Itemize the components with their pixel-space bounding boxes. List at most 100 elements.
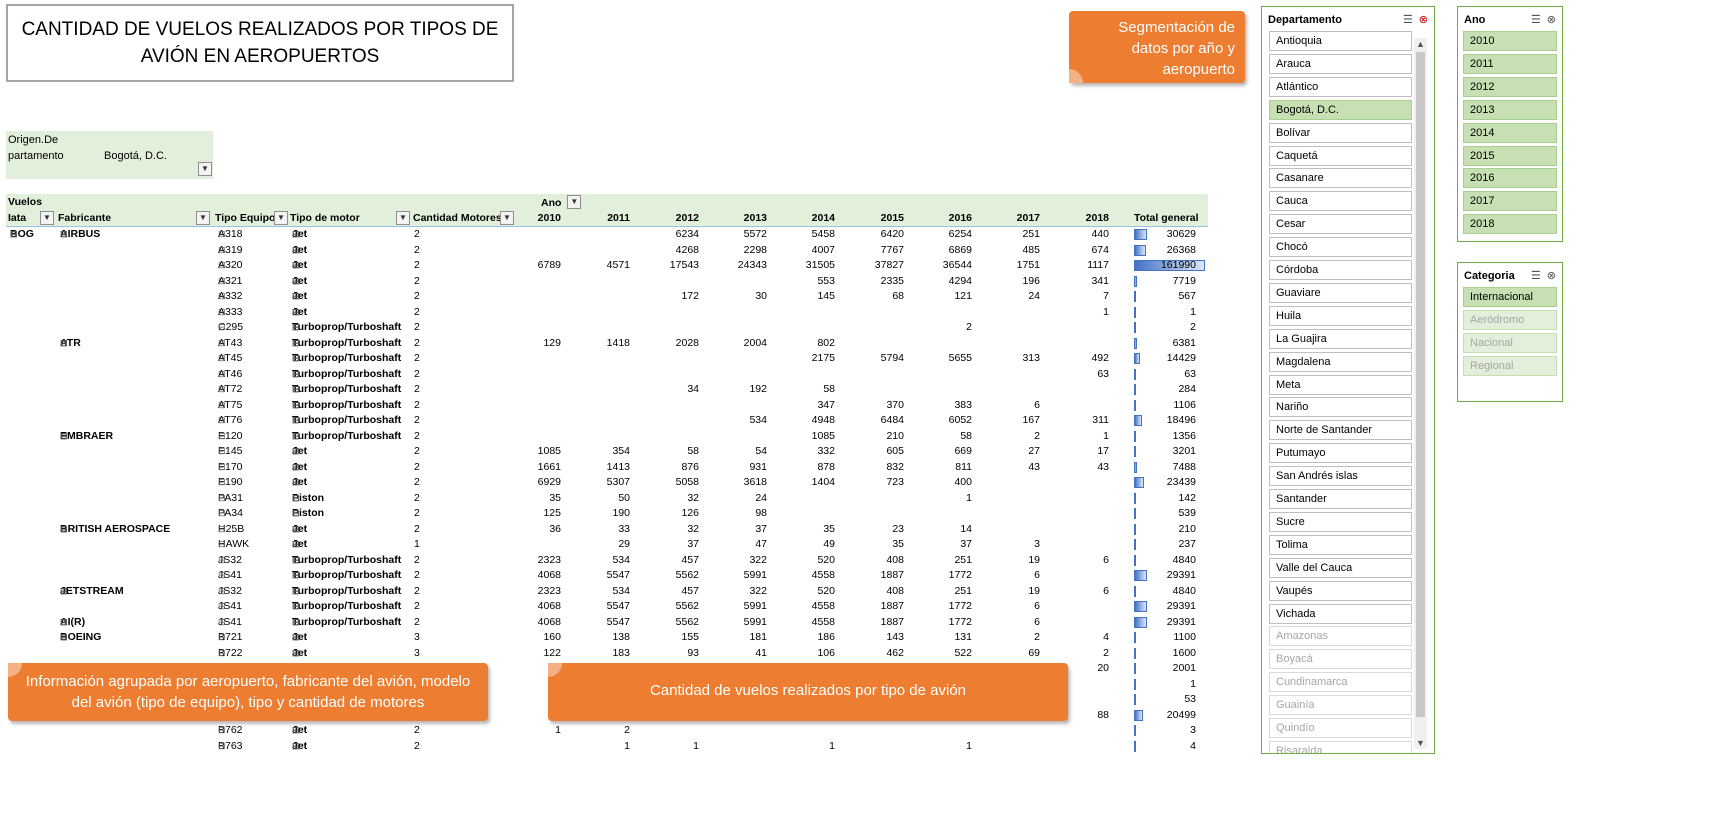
slicer-item-departamento[interactable]: Caquetá	[1269, 145, 1412, 166]
collapse-icon[interactable]: ⊟	[218, 398, 226, 413]
collapse-icon[interactable]: ⊟	[292, 336, 300, 351]
slicer-item-departamento[interactable]: La Guajira	[1269, 328, 1412, 349]
slicer-item-departamento[interactable]: Santander	[1269, 489, 1412, 509]
slicer-item-ano[interactable]: 2016	[1463, 168, 1557, 189]
collapse-icon[interactable]: ⊟	[218, 289, 226, 304]
collapse-icon[interactable]: ⊟	[292, 568, 300, 583]
collapse-icon[interactable]: ⊟	[218, 367, 226, 382]
collapse-icon[interactable]: ⊟	[292, 615, 300, 630]
slicer-item-departamento[interactable]: Antioquia	[1269, 31, 1412, 51]
slicer-item-ano[interactable]: 2015	[1463, 145, 1557, 166]
collapse-icon[interactable]: ⊟	[292, 305, 300, 320]
clear-filter-icon[interactable]: ⊗	[1547, 270, 1556, 282]
collapse-icon[interactable]: ⊟	[60, 429, 68, 444]
row-header-dropdown-icon[interactable]: ▼	[274, 211, 288, 225]
collapse-icon[interactable]: ⊟	[292, 491, 300, 506]
collapse-icon[interactable]: ⊟	[292, 553, 300, 568]
collapse-icon[interactable]: ⊟	[218, 723, 226, 738]
collapse-icon[interactable]: ⊟	[218, 274, 226, 289]
collapse-icon[interactable]: ⊟	[292, 522, 300, 537]
slicer-item-departamento[interactable]: Amazonas	[1269, 626, 1412, 647]
clear-filter-icon[interactable]: ⊗	[1419, 14, 1428, 26]
collapse-icon[interactable]: ⊟	[218, 599, 226, 614]
slicer-item-departamento[interactable]: Sucre	[1269, 511, 1412, 532]
collapse-icon[interactable]: ⊟	[218, 491, 226, 506]
slicer-item-departamento[interactable]: Nariño	[1269, 397, 1412, 418]
slicer-item-departamento[interactable]: Norte de Santander	[1269, 420, 1412, 441]
collapse-icon[interactable]: ⊟	[292, 429, 300, 444]
collapse-icon[interactable]: ⊟	[60, 336, 68, 351]
slicer-item-departamento[interactable]: Magdalena	[1269, 351, 1412, 372]
collapse-icon[interactable]: ⊟	[292, 274, 300, 289]
slicer-item-departamento[interactable]: San Andrés islas	[1269, 466, 1412, 487]
slicer-item-departamento[interactable]: Vichada	[1269, 603, 1412, 624]
slicer-scrollbar[interactable]: ▲ ▼	[1414, 38, 1427, 749]
collapse-icon[interactable]: ⊟	[292, 413, 300, 428]
slicer-item-departamento[interactable]: Cundinamarca	[1269, 672, 1412, 693]
slicer-item-ano[interactable]: 2017	[1463, 191, 1557, 212]
collapse-icon[interactable]: ⊟	[218, 630, 226, 645]
multi-select-icon[interactable]: ☰	[1403, 14, 1413, 26]
collapse-icon[interactable]: ⊟	[292, 630, 300, 645]
slicer-item-departamento[interactable]: Risaralda	[1269, 740, 1412, 753]
collapse-icon[interactable]: ⊟	[218, 429, 226, 444]
slicer-item-ano[interactable]: 2012	[1463, 76, 1557, 97]
collapse-icon[interactable]: ⊟	[218, 320, 226, 335]
collapse-icon[interactable]: ⊟	[292, 537, 300, 552]
collapse-icon[interactable]: ⊟	[218, 336, 226, 351]
collapse-icon[interactable]: ⊟	[218, 243, 226, 258]
slicer-item-departamento[interactable]: Guaviare	[1269, 282, 1412, 303]
collapse-icon[interactable]: ⊟	[292, 460, 300, 475]
slicer-item-departamento[interactable]: Tolima	[1269, 534, 1412, 555]
collapse-icon[interactable]: ⊟	[292, 227, 300, 242]
collapse-icon[interactable]: ⊟	[292, 258, 300, 273]
collapse-icon[interactable]: ⊟	[292, 506, 300, 521]
slicer-item-departamento[interactable]: Guainía	[1269, 695, 1412, 716]
slicer-item-departamento[interactable]: Putumayo	[1269, 443, 1412, 464]
slicer-item-categoria[interactable]: Regional	[1463, 355, 1557, 376]
collapse-icon[interactable]: ⊟	[218, 506, 226, 521]
collapse-icon[interactable]: ⊟	[218, 444, 226, 459]
collapse-icon[interactable]: ⊟	[292, 351, 300, 366]
slicer-item-departamento[interactable]: Arauca	[1269, 53, 1412, 74]
collapse-icon[interactable]: ⊟	[10, 227, 18, 242]
collapse-icon[interactable]: ⊟	[218, 351, 226, 366]
collapse-icon[interactable]: ⊟	[292, 367, 300, 382]
slicer-item-categoria[interactable]: Aeródromo	[1463, 309, 1557, 330]
collapse-icon[interactable]: ⊟	[292, 243, 300, 258]
slicer-item-ano[interactable]: 2011	[1463, 53, 1557, 74]
collapse-icon[interactable]: ⊟	[218, 739, 226, 754]
multi-select-icon[interactable]: ☰	[1531, 270, 1541, 282]
collapse-icon[interactable]: ⊟	[292, 398, 300, 413]
collapse-icon[interactable]: ⊟	[292, 739, 300, 754]
collapse-icon[interactable]: ⊟	[218, 258, 226, 273]
slicer-item-departamento[interactable]: Vaupés	[1269, 580, 1412, 601]
collapse-icon[interactable]: ⊟	[218, 522, 226, 537]
collapse-icon[interactable]: ⊟	[218, 646, 226, 661]
slicer-item-ano[interactable]: 2018	[1463, 214, 1557, 235]
slicer-item-departamento[interactable]: Meta	[1269, 374, 1412, 395]
scroll-down-icon[interactable]: ▼	[1415, 737, 1426, 749]
collapse-icon[interactable]: ⊟	[292, 320, 300, 335]
collapse-icon[interactable]: ⊟	[292, 723, 300, 738]
multi-select-icon[interactable]: ☰	[1531, 14, 1541, 26]
row-header-dropdown-icon[interactable]: ▼	[196, 211, 210, 225]
collapse-icon[interactable]: ⊟	[292, 646, 300, 661]
slicer-item-ano[interactable]: 2010	[1463, 31, 1557, 51]
collapse-icon[interactable]: ⊟	[60, 630, 68, 645]
collapse-icon[interactable]: ⊟	[218, 537, 226, 552]
scroll-up-icon[interactable]: ▲	[1415, 38, 1426, 50]
clear-filter-icon[interactable]: ⊗	[1547, 14, 1556, 26]
slicer-item-departamento[interactable]: Chocó	[1269, 237, 1412, 258]
collapse-icon[interactable]: ⊟	[218, 460, 226, 475]
collapse-icon[interactable]: ⊟	[60, 522, 68, 537]
row-header-dropdown-icon[interactable]: ▼	[40, 211, 54, 225]
collapse-icon[interactable]: ⊟	[218, 382, 226, 397]
row-header-dropdown-icon[interactable]: ▼	[396, 211, 410, 225]
collapse-icon[interactable]: ⊟	[218, 413, 226, 428]
collapse-icon[interactable]: ⊟	[218, 305, 226, 320]
slicer-item-ano[interactable]: 2013	[1463, 99, 1557, 120]
collapse-icon[interactable]: ⊟	[60, 615, 68, 630]
collapse-icon[interactable]: ⊟	[292, 444, 300, 459]
slicer-item-departamento[interactable]: Bogotá, D.C.	[1269, 99, 1412, 120]
